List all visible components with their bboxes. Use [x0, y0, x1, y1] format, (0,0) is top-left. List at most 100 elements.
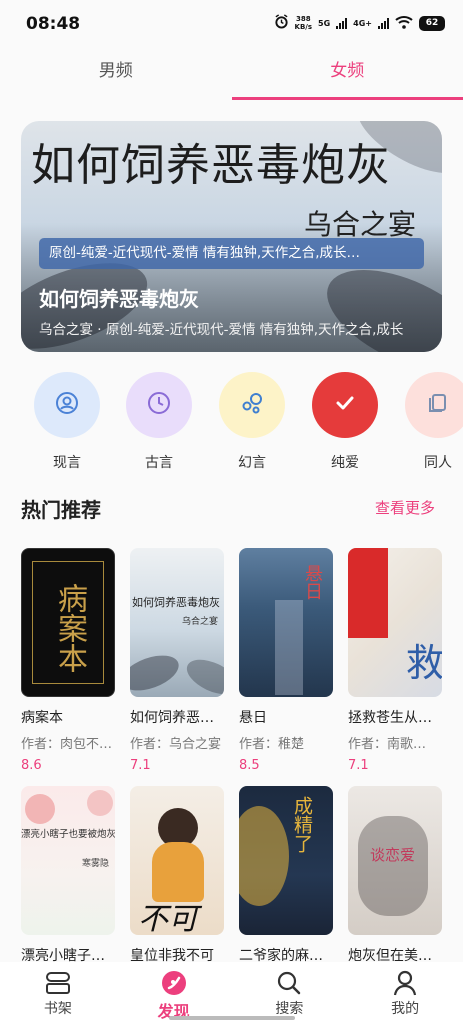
nav-search[interactable]: 搜索	[232, 962, 348, 1024]
person-circle-icon	[55, 391, 79, 419]
category-modern-romance[interactable]: 现言	[33, 372, 101, 472]
battery-level: 62	[425, 18, 439, 28]
banner-book-name: 如何饲养恶毒炮灰	[39, 287, 199, 311]
cover-art	[152, 842, 204, 902]
cover-art	[87, 790, 113, 816]
signal-5g-label: 5G	[318, 18, 331, 28]
book-author: 作者：肉包不吃肉	[21, 737, 115, 752]
banner-cover-title: 如何饲养恶毒炮灰	[31, 140, 391, 191]
signal-bars-icon	[378, 17, 389, 29]
book-cover: 如何饲养恶毒炮灰 乌合之宴	[130, 548, 224, 697]
cover-author: 寒雾隐	[81, 859, 109, 869]
nav-label: 搜索	[275, 1001, 304, 1017]
featured-banner[interactable]: 如何饲养恶毒炮灰 乌合之宴 原创-纯爱-近代现代-爱情 情有独钟,天作之合,成长…	[21, 121, 442, 352]
category-ancient-romance[interactable]: 古言	[125, 372, 193, 472]
tab-female[interactable]: 女频	[231, 48, 463, 100]
book-author: 作者：乌合之宴	[130, 737, 222, 752]
book-cover: 成精了	[239, 786, 333, 935]
book-card[interactable]: 病案本 病案本 作者：肉包不吃肉 8.6	[21, 548, 115, 773]
pages-icon	[426, 391, 450, 419]
book-author: 作者：南歌…	[348, 737, 427, 752]
banner-description: 乌合之宴 · 原创-纯爱-近代现代-爱情 情有独钟,天作之合,成长	[39, 322, 404, 338]
see-more-link[interactable]: 查看更多	[375, 497, 435, 518]
nav-label: 书架	[43, 1001, 72, 1017]
cover-art	[181, 652, 224, 697]
cover-art	[275, 600, 303, 695]
book-card[interactable]: 成精了 二爷家的麻…	[239, 786, 333, 965]
tab-male[interactable]: 男频	[0, 48, 232, 100]
book-cover: 谈恋爱	[348, 786, 442, 935]
book-cover: 悬日	[239, 548, 333, 697]
net-speed: 388 KB/s	[295, 15, 312, 31]
cover-title: 救	[406, 641, 442, 685]
nav-label: 我的	[391, 1001, 420, 1017]
bookshelf-icon	[0, 970, 116, 996]
book-score: 8.6	[21, 758, 42, 773]
category-fantasy-romance[interactable]: 幻言	[218, 372, 286, 472]
category-label: 幻言	[238, 455, 266, 471]
book-cover: 漂亮小瞎子也要被炮灰吗 寒雾隐	[21, 786, 115, 935]
category-row: 现言 古言 幻言 纯爱 同人	[0, 372, 463, 482]
signal-bars-icon	[336, 17, 348, 29]
clock-icon	[147, 391, 171, 419]
cover-art	[130, 648, 184, 697]
cover-title: 病案本	[52, 583, 87, 673]
book-cover: 病案本	[21, 548, 115, 697]
cover-art	[239, 806, 289, 906]
bubbles-icon	[239, 391, 265, 419]
category-circle	[219, 372, 285, 438]
battery-icon: 62	[419, 15, 445, 31]
category-label: 同人	[424, 455, 452, 471]
bottom-nav: 书架 发现 搜索 我的	[0, 962, 463, 1024]
cover-art	[358, 816, 428, 916]
category-label: 纯爱	[331, 455, 359, 471]
section-title: 热门推荐	[21, 498, 101, 522]
channel-tabs: 男频 女频	[0, 48, 463, 100]
nav-discover[interactable]: 发现	[116, 962, 232, 1024]
book-card[interactable]: 不可 皇位非我不可	[130, 786, 224, 965]
category-danmei[interactable]: 纯爱	[311, 372, 379, 472]
net-speed-value: 388	[295, 15, 311, 23]
cover-title: 不可	[138, 902, 198, 935]
category-circle	[126, 372, 192, 438]
alarm-icon	[274, 14, 289, 32]
category-fanfic[interactable]: 同人	[404, 372, 463, 472]
cover-title: 悬日	[302, 564, 323, 600]
book-card[interactable]: 悬日 悬日 作者：稚楚 8.5	[239, 548, 333, 773]
book-author: 作者：稚楚	[239, 737, 305, 752]
book-card[interactable]: 救 拯救苍生从… 作者：南歌… 7.1	[348, 548, 442, 773]
book-title: 如何饲养恶毒炮灰	[130, 710, 224, 726]
category-circle	[405, 372, 463, 438]
cover-title: 谈恋爱	[370, 846, 416, 864]
cover-title: 漂亮小瞎子也要被炮灰吗	[21, 829, 115, 840]
home-indicator[interactable]	[169, 1016, 295, 1020]
book-cover: 不可	[130, 786, 224, 935]
category-circle	[312, 372, 378, 438]
cover-title: 如何饲养恶毒炮灰	[132, 596, 220, 609]
status-icons: 388 KB/s 5G 4G+ 62	[274, 14, 445, 32]
nav-profile[interactable]: 我的	[347, 962, 463, 1024]
banner-tags: 原创-纯爱-近代现代-爱情 情有独钟,天作之合,成长…	[39, 238, 424, 269]
cover-title: 成精了	[291, 796, 313, 853]
search-icon	[232, 970, 348, 996]
book-title: 拯救苍生从…	[348, 710, 432, 726]
book-cover: 救	[348, 548, 442, 697]
book-score: 7.1	[130, 758, 151, 773]
category-label: 现言	[53, 455, 81, 471]
book-card[interactable]: 漂亮小瞎子也要被炮灰吗 寒雾隐 漂亮小瞎子也要被炮灰吗	[21, 786, 115, 965]
book-score: 8.5	[239, 758, 260, 773]
status-bar: 08:48 388 KB/s 5G 4G+ 62	[0, 0, 463, 48]
cover-art	[348, 548, 388, 638]
book-title: 悬日	[239, 710, 267, 726]
signal-4g-label: 4G+	[353, 18, 372, 28]
wifi-icon	[395, 15, 413, 32]
book-card[interactable]: 如何饲养恶毒炮灰 乌合之宴 如何饲养恶毒炮灰 作者：乌合之宴 7.1	[130, 548, 224, 773]
cover-art	[25, 794, 55, 824]
category-circle	[34, 372, 100, 438]
nav-bookshelf[interactable]: 书架	[0, 962, 116, 1024]
cover-author: 乌合之宴	[181, 617, 218, 627]
book-card[interactable]: 谈恋爱 炮灰但在美…	[348, 786, 442, 965]
book-title: 病案本	[21, 710, 63, 726]
clock: 08:48	[26, 14, 81, 34]
category-label: 古言	[145, 455, 173, 471]
